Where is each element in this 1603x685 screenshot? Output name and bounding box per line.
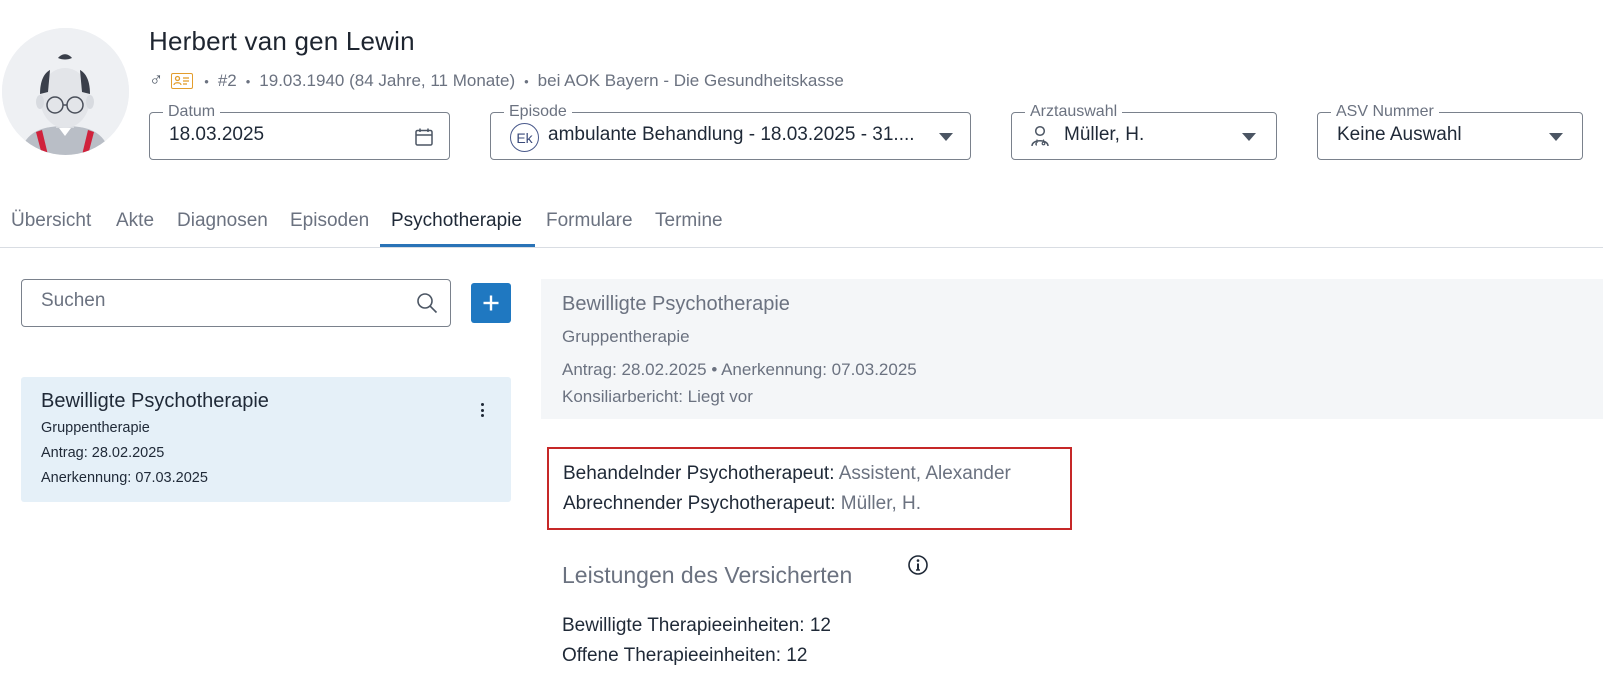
chevron-down-icon[interactable] bbox=[939, 133, 953, 141]
detail-title: Bewilligte Psychotherapie bbox=[562, 293, 790, 315]
tab-diagnosen[interactable]: Diagnosen bbox=[177, 210, 268, 232]
approved-units: Bewilligte Therapieeinheiten: 12 bbox=[562, 615, 831, 636]
patient-tabs: Übersicht Akte Diagnosen Episoden Psycho… bbox=[0, 197, 1603, 248]
treating-therapist: Behandelnder Psychotherapeut: Assistent,… bbox=[563, 463, 1011, 485]
asv-number-select-value: Keine Auswahl bbox=[1337, 124, 1462, 145]
date-field[interactable]: Datum 18.03.2025 bbox=[149, 102, 450, 160]
detail-konsiliarbericht: Konsiliarbericht: Liegt vor bbox=[562, 387, 753, 406]
section-title-leistungen: Leistungen des Versicherten bbox=[562, 562, 853, 588]
tab-akte[interactable]: Akte bbox=[116, 210, 154, 232]
episode-select-label: Episode bbox=[504, 102, 572, 122]
billing-therapist: Abrechnender Psychotherapeut: Müller, H. bbox=[563, 493, 921, 515]
treating-therapist-label: Behandelnder Psychotherapeut: bbox=[563, 463, 835, 484]
detail-dates: Antrag: 28.02.2025 • Anerkennung: 07.03.… bbox=[562, 360, 917, 379]
treating-therapist-value: Assistent, Alexander bbox=[838, 463, 1011, 484]
separator-dot: • bbox=[204, 73, 209, 89]
episode-type-badge: Ek bbox=[510, 123, 539, 152]
asv-number-select[interactable]: ASV Nummer Keine Auswahl bbox=[1317, 102, 1583, 160]
list-item-subtitle: Gruppentherapie bbox=[41, 420, 150, 436]
patient-birthdate: 19.03.1940 (84 Jahre, 11 Monate) bbox=[259, 71, 516, 90]
calendar-icon[interactable] bbox=[414, 127, 434, 152]
asv-number-select-label: ASV Nummer bbox=[1331, 102, 1439, 122]
info-icon[interactable] bbox=[907, 554, 929, 581]
search-box bbox=[21, 279, 451, 327]
episode-select[interactable]: Episode Ek ambulante Behandlung - 18.03.… bbox=[490, 102, 971, 160]
patient-meta: ♂ • #2 • 19.03.1940 (84 Jahre, 11 Monate… bbox=[149, 70, 844, 92]
detail-summary: Bewilligte Psychotherapie Gruppentherapi… bbox=[541, 279, 1603, 419]
billing-therapist-value: Müller, H. bbox=[840, 493, 922, 514]
more-options-icon[interactable] bbox=[480, 403, 484, 417]
plus-icon bbox=[483, 295, 499, 311]
patient-avatar bbox=[2, 28, 129, 155]
patient-number: #2 bbox=[217, 71, 237, 90]
date-field-value: 18.03.2025 bbox=[169, 124, 265, 145]
detail-type: Gruppentherapie bbox=[562, 327, 690, 346]
male-icon: ♂ bbox=[149, 70, 164, 91]
search-input[interactable] bbox=[41, 290, 401, 312]
doctor-icon bbox=[1030, 125, 1050, 152]
tab-formulare[interactable]: Formulare bbox=[546, 210, 633, 232]
tab-termine[interactable]: Termine bbox=[655, 210, 723, 232]
tab-episoden[interactable]: Episoden bbox=[290, 210, 369, 232]
insurance-card-icon[interactable] bbox=[171, 73, 194, 89]
patient-name: Herbert van gen Lewin bbox=[149, 26, 415, 56]
list-item[interactable]: Bewilligte Psychotherapie Gruppentherapi… bbox=[21, 377, 511, 502]
active-tab-indicator bbox=[380, 244, 535, 247]
tab-psychotherapie[interactable]: Psychotherapie bbox=[391, 210, 522, 232]
add-button[interactable] bbox=[471, 283, 511, 323]
list-item-anerkennung: Anerkennung: 07.03.2025 bbox=[41, 470, 208, 486]
doctor-select[interactable]: Arztauswahl Müller, H. bbox=[1011, 102, 1277, 160]
therapist-info-box: Behandelnder Psychotherapeut: Assistent,… bbox=[547, 447, 1072, 530]
billing-therapist-label: Abrechnender Psychotherapeut: bbox=[563, 493, 836, 514]
episode-select-value: ambulante Behandlung - 18.03.2025 - 31..… bbox=[548, 124, 915, 145]
separator-dot: • bbox=[524, 73, 529, 89]
chevron-down-icon[interactable] bbox=[1549, 133, 1563, 141]
patient-insurance: bei AOK Bayern - Die Gesundheitskasse bbox=[537, 71, 844, 90]
tab-uebersicht[interactable]: Übersicht bbox=[11, 210, 91, 232]
doctor-select-value: Müller, H. bbox=[1064, 124, 1145, 145]
doctor-select-label: Arztauswahl bbox=[1025, 102, 1123, 122]
separator-dot: • bbox=[245, 73, 251, 89]
list-item-title: Bewilligte Psychotherapie bbox=[41, 390, 269, 412]
date-field-label: Datum bbox=[163, 102, 221, 122]
open-units: Offene Therapieeinheiten: 12 bbox=[562, 645, 808, 666]
list-item-antrag: Antrag: 28.02.2025 bbox=[41, 445, 165, 461]
chevron-down-icon[interactable] bbox=[1242, 133, 1256, 141]
search-icon[interactable] bbox=[416, 292, 438, 319]
